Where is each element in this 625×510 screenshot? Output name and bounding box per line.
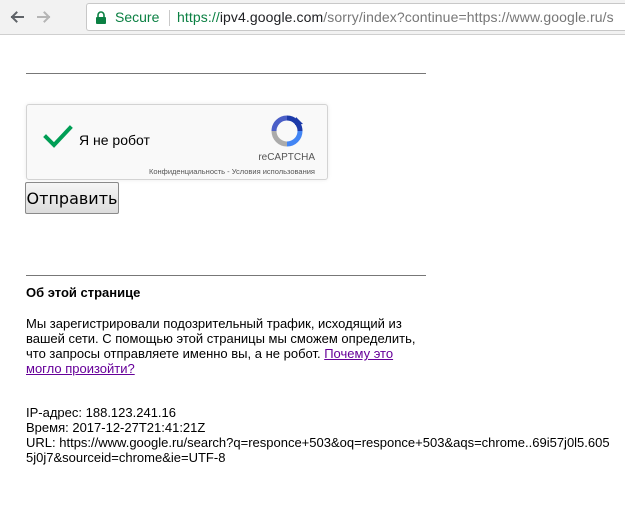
lock-icon	[96, 11, 106, 24]
about-divider	[26, 275, 426, 276]
ip-value: 188.123.241.16	[85, 405, 176, 420]
browser-toolbar: Secure https://ipv4.google.com/sorry/ind…	[0, 0, 625, 35]
links-separator: -	[225, 167, 232, 176]
recaptcha-brand: reCAPTCHA	[258, 152, 315, 163]
checkmark-icon[interactable]	[43, 125, 73, 149]
ip-line: IP-адрес: 188.123.241.16	[26, 405, 611, 420]
time-value: 2017-12-27T21:41:21Z	[72, 420, 206, 435]
url-label: URL:	[26, 435, 60, 450]
recaptcha-links: Конфиденциальность - Условия использован…	[149, 167, 315, 176]
url-path: /sorry/index?continue=https://www.google…	[323, 9, 614, 25]
terms-link[interactable]: Условия использования	[232, 167, 315, 176]
url-text: https://ipv4.google.com/sorry/index?cont…	[177, 9, 614, 25]
secure-label: Secure	[115, 9, 160, 25]
not-robot-label: Я не робот	[79, 132, 150, 148]
top-divider	[26, 73, 426, 74]
time-label: Время:	[26, 420, 73, 435]
forward-button[interactable]	[33, 6, 55, 28]
submit-button[interactable]: Отправить	[25, 182, 119, 214]
omnibox-divider	[169, 10, 170, 26]
ip-label: IP-адрес:	[26, 405, 86, 420]
about-text: Мы зарегистрировали подозрительный трафи…	[26, 316, 426, 376]
url-host: ipv4.google.com	[219, 9, 324, 25]
url-line: URL: https://www.google.ru/search?q=resp…	[26, 435, 611, 465]
request-info: IP-адрес: 188.123.241.16 Время: 2017-12-…	[26, 405, 611, 465]
address-bar[interactable]: Secure https://ipv4.google.com/sorry/ind…	[86, 3, 625, 31]
about-heading: Об этой странице	[26, 285, 141, 300]
forward-arrow-icon	[37, 11, 51, 23]
back-button[interactable]	[6, 6, 28, 28]
recaptcha-widget: Я не робот reCAPTCHA Конфиденциальность …	[26, 104, 328, 180]
url-scheme: https://	[177, 9, 220, 25]
privacy-link[interactable]: Конфиденциальность	[149, 167, 225, 176]
recaptcha-logo-icon	[271, 115, 303, 147]
back-arrow-icon	[10, 11, 24, 23]
url-value: https://www.google.ru/search?q=responce+…	[26, 435, 610, 465]
time-line: Время: 2017-12-27T21:41:21Z	[26, 420, 611, 435]
